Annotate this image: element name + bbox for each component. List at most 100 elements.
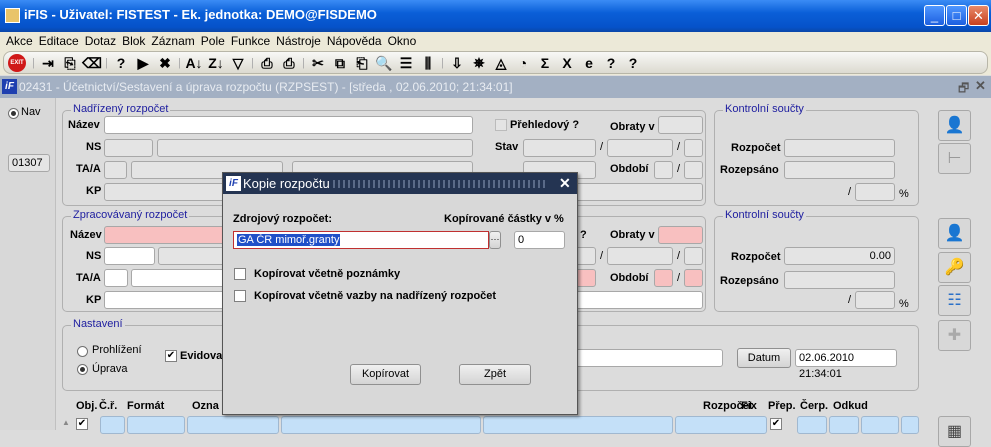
parent-allocated-sum[interactable] <box>784 161 895 179</box>
scroll-up-arrow[interactable]: ▲ <box>62 418 70 427</box>
copy-parent-link-checkbox[interactable] <box>234 290 246 302</box>
menu-editace[interactable]: Editace <box>39 32 79 50</box>
insert-record-icon[interactable]: ⇥ <box>37 53 59 73</box>
parent-allocated-pct[interactable] <box>855 183 895 201</box>
menu-záznam[interactable]: Záznam <box>151 32 194 50</box>
row-cell[interactable] <box>861 416 899 434</box>
parent-status-3[interactable] <box>684 139 703 157</box>
nav-radio[interactable] <box>8 108 19 119</box>
list-icon[interactable]: ☰ <box>395 53 417 73</box>
menu-pole[interactable]: Pole <box>201 32 225 50</box>
maximize-button[interactable]: □ <box>946 5 967 26</box>
copy-button[interactable]: Kopírovat <box>350 364 421 385</box>
copied-amounts-input[interactable]: 0 <box>514 231 565 249</box>
edit-mode-radio[interactable] <box>77 364 88 375</box>
query-enter-icon[interactable]: ? <box>110 53 132 73</box>
copy-notes-checkbox[interactable] <box>234 268 246 280</box>
user-disabled-icon[interactable]: 👤 <box>938 110 971 141</box>
sort-descending-icon[interactable]: Z↓ <box>205 53 227 73</box>
exit-icon[interactable]: EXIT <box>8 53 26 72</box>
tree-disabled-icon[interactable]: ⊢ <box>938 143 971 174</box>
processed-allocated-sum[interactable] <box>784 271 895 289</box>
row-object-checkbox[interactable]: ✔ <box>76 418 88 430</box>
parent-ta[interactable] <box>104 161 127 179</box>
date-input[interactable]: 02.06.2010 21:34:01 <box>795 349 897 380</box>
processed-ta[interactable] <box>104 269 128 287</box>
minimize-button[interactable]: _ <box>924 5 945 26</box>
menu-dotaz[interactable]: Dotaz <box>85 32 116 50</box>
sort-ascending-icon[interactable]: A↓ <box>183 53 205 73</box>
columns-icon[interactable]: ⫼ <box>417 53 439 73</box>
close-window-button[interactable]: ✕ <box>968 5 989 26</box>
sum-icon[interactable]: Σ <box>534 53 556 73</box>
add-disabled-icon[interactable]: ✚ <box>938 320 971 351</box>
print-setup-icon[interactable]: ⎙ <box>278 53 300 73</box>
processed-period-1[interactable] <box>654 269 673 287</box>
row-cell[interactable] <box>100 416 125 434</box>
close-form-button[interactable]: ✕ <box>975 78 986 94</box>
row-cell[interactable] <box>281 416 481 434</box>
datum-button[interactable]: Datum <box>737 348 791 368</box>
parent-period-2[interactable] <box>684 161 703 179</box>
menu-nápověda[interactable]: Nápověda <box>327 32 382 50</box>
processed-allocated-pct[interactable] <box>855 291 895 309</box>
context-help-icon[interactable]: ? <box>622 53 644 73</box>
processed-budget-sum[interactable]: 0.00 <box>784 247 895 265</box>
paste-icon[interactable]: ⎗ <box>351 53 373 73</box>
processed-status-3[interactable] <box>684 247 703 265</box>
import-icon[interactable]: ⇩ <box>446 53 468 73</box>
back-button[interactable]: Zpět <box>459 364 531 385</box>
menu-akce[interactable]: Akce <box>6 32 33 50</box>
parent-status-1[interactable] <box>523 139 596 157</box>
query-execute-icon[interactable]: ▶ <box>132 53 154 73</box>
query-cancel-icon[interactable]: ✖ <box>154 53 176 73</box>
evidova-checkbox[interactable]: ✔ <box>165 350 177 362</box>
record-number-field[interactable]: 01307 <box>8 154 50 172</box>
parent-ns-name[interactable] <box>157 139 473 157</box>
source-budget-lov-button[interactable]: ··· <box>489 231 501 249</box>
restore-form-button[interactable]: 🗗 <box>958 79 969 100</box>
row-cell[interactable] <box>901 416 919 434</box>
calculator-icon[interactable]: ◔ <box>512 53 534 73</box>
processed-period-2[interactable] <box>684 269 703 287</box>
parent-period-1[interactable] <box>654 161 673 179</box>
tree-icon[interactable]: ☷ <box>938 285 971 316</box>
row-fix-checkbox[interactable]: ✔ <box>770 418 782 430</box>
row-cell[interactable] <box>127 416 185 434</box>
cut-icon[interactable]: ✂ <box>307 53 329 73</box>
filter-icon[interactable]: ▽ <box>227 53 249 73</box>
row-cell[interactable] <box>187 416 279 434</box>
calendar-icon[interactable]: ▦ <box>938 416 971 447</box>
parent-name-input[interactable] <box>104 116 473 134</box>
menu-okno[interactable]: Okno <box>388 32 417 50</box>
excel-icon[interactable]: X <box>556 53 578 73</box>
processed-status-2[interactable] <box>607 247 673 265</box>
parent-ns-code[interactable] <box>104 139 153 157</box>
row-cell[interactable] <box>483 416 673 434</box>
parent-budget-sum[interactable] <box>784 139 895 157</box>
dialog-close-button[interactable]: ✕ <box>559 175 571 192</box>
copy-icon[interactable]: ⧉ <box>329 53 351 73</box>
parent-turnover-input[interactable] <box>658 116 703 134</box>
menu-funkce[interactable]: Funkce <box>231 32 270 50</box>
settings-text-input[interactable] <box>560 349 723 367</box>
print-icon[interactable]: ⎙ <box>256 53 278 73</box>
delete-record-icon[interactable]: ⌫ <box>81 53 103 73</box>
row-cell[interactable] <box>829 416 859 434</box>
help-icon[interactable]: ? <box>600 53 622 73</box>
search-icon[interactable]: 🔍 <box>373 53 395 73</box>
settings-wheel-icon[interactable]: ✵ <box>468 53 490 73</box>
key-icon[interactable]: 🔑 <box>938 252 971 283</box>
internet-explorer-icon[interactable]: e <box>578 53 600 73</box>
user-icon[interactable]: 👤 <box>938 218 971 249</box>
duplicate-record-icon[interactable]: ⎘ <box>59 53 81 73</box>
menu-blok[interactable]: Blok <box>122 32 145 50</box>
overview-checkbox[interactable] <box>495 119 507 131</box>
browse-mode-radio[interactable] <box>77 346 88 357</box>
row-cell[interactable] <box>675 416 767 434</box>
eye-icon[interactable]: ◬ <box>490 53 512 73</box>
processed-turnover-input[interactable] <box>658 226 703 244</box>
parent-status-2[interactable] <box>607 139 673 157</box>
row-cell[interactable] <box>797 416 827 434</box>
processed-ns-code[interactable] <box>104 247 155 265</box>
